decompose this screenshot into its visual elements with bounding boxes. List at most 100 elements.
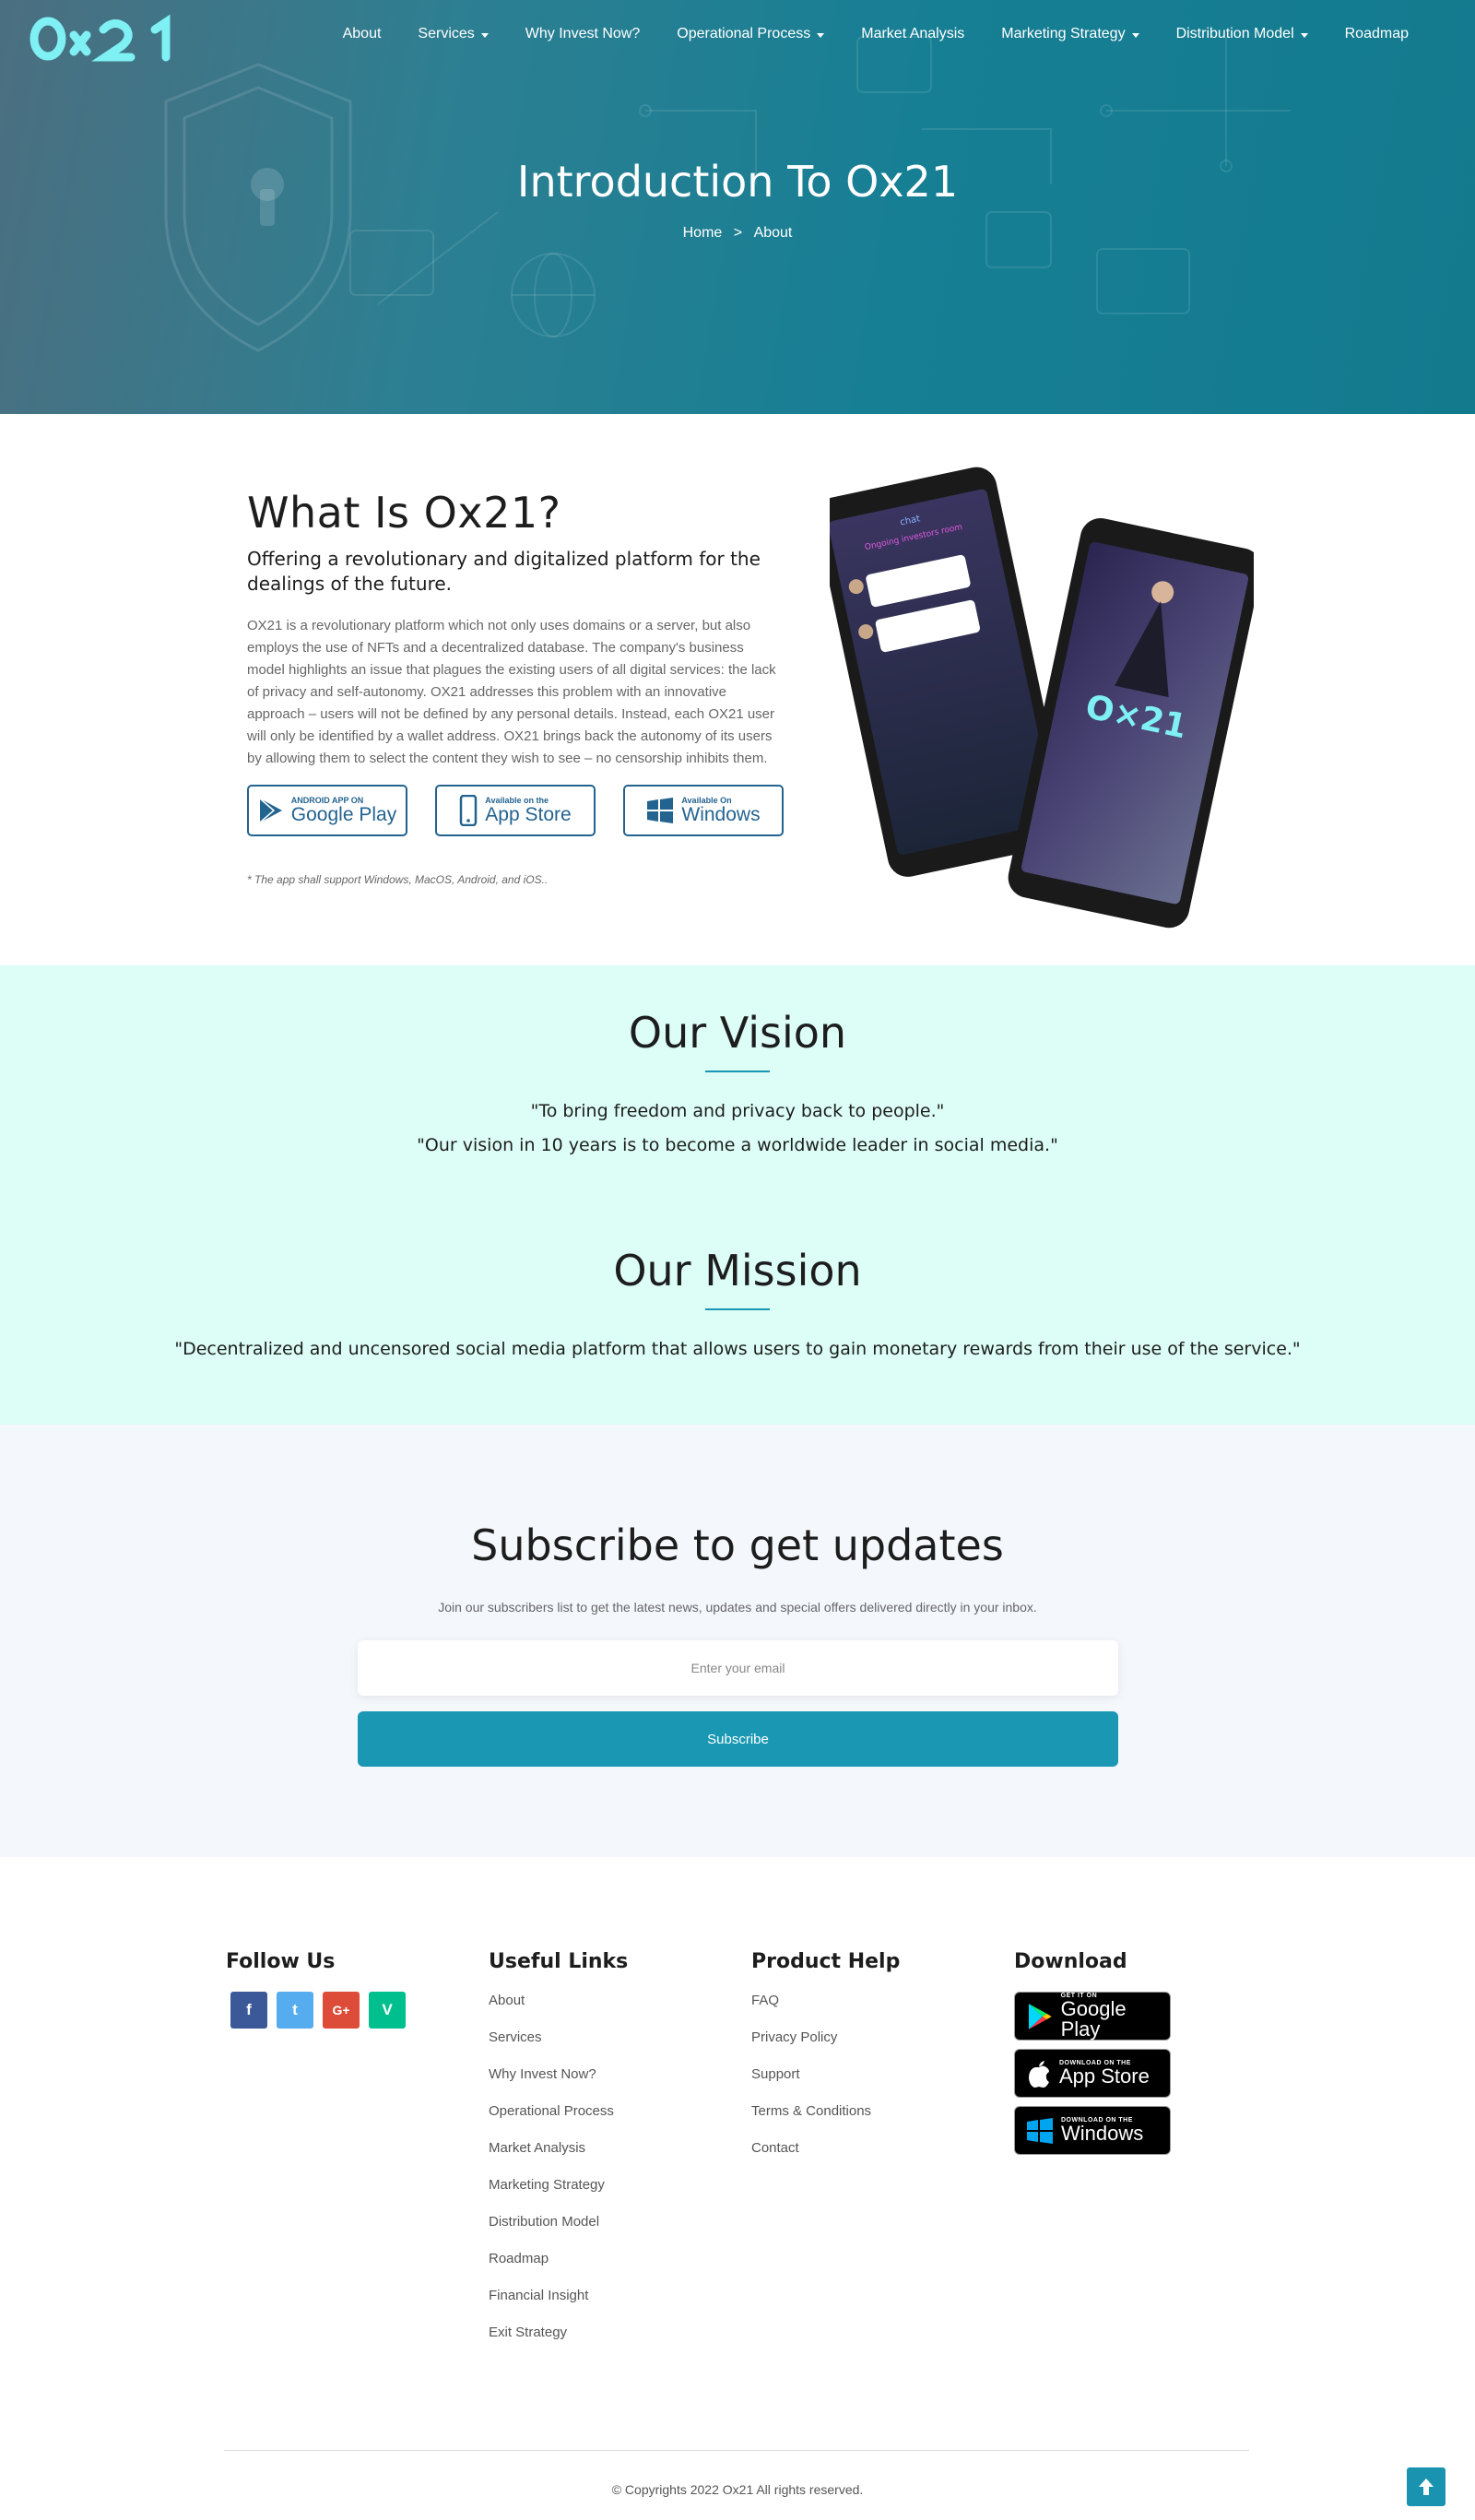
about-body: OX21 is a revolutionary platform which n… (247, 618, 776, 766)
vision-title: Our Vision (628, 1008, 847, 1058)
footer-google-play-button[interactable]: GET IT ON Google Play (1014, 1992, 1171, 2041)
footer-link-why-invest-now[interactable]: Why Invest Now? (489, 2065, 628, 2102)
footer-download-heading: Download (1014, 1950, 1127, 1973)
nav-about[interactable]: About (324, 26, 400, 42)
scroll-to-top-button[interactable] (1407, 2467, 1446, 2506)
subscribe-description: Join our subscribers list to get the lat… (438, 1600, 1037, 1615)
main-menu: About Services Why Invest Now? Operation… (324, 26, 1427, 42)
badge-big-text: App Store (485, 804, 572, 825)
footer-link-about[interactable]: About (489, 1992, 628, 2029)
nav-why-invest-now[interactable]: Why Invest Now? (507, 26, 658, 42)
product-help-list: FAQ Privacy Policy Support Terms & Condi… (751, 1992, 900, 2176)
footer-link-distribution-model[interactable]: Distribution Model (489, 2213, 628, 2250)
windows-icon (647, 798, 674, 823)
footer-help-heading: Product Help (751, 1950, 901, 1973)
mission-quote: "Decentralized and uncensored social med… (174, 1339, 1301, 1359)
about-subheading: Offering a revolutionary and digitalized… (247, 548, 761, 595)
google-play-badge[interactable]: ANDROID APP ON Google Play (247, 785, 407, 836)
nav-label: Marketing Strategy (1001, 26, 1126, 41)
footer-app-store-button[interactable]: DOWNLOAD ON THE App Store (1014, 2049, 1171, 2098)
footer-link-financial-insight[interactable]: Financial Insight (489, 2287, 628, 2324)
caret-down-icon (480, 32, 489, 38)
footer-follow-heading: Follow Us (226, 1950, 336, 1973)
page-title: Introduction To Ox21 (516, 157, 959, 207)
copyright-text: © Copyrights 2022 Ox21 All rights reserv… (611, 2482, 864, 2497)
breadcrumb-current: About (753, 225, 793, 241)
twitter-icon[interactable]: t (277, 1992, 313, 2029)
vision-quote-1: "To bring freedom and privacy back to pe… (530, 1101, 945, 1121)
footer-link-services[interactable]: Services (489, 2029, 628, 2065)
nav-label: About (342, 26, 382, 41)
footer-link-privacy-policy[interactable]: Privacy Policy (751, 2029, 900, 2065)
useful-links-list: About Services Why Invest Now? Operation… (489, 1992, 628, 2360)
caret-down-icon (1131, 32, 1139, 38)
phone-icon (460, 795, 478, 826)
vision-mission-section: Our Vision "To bring freedom and privacy… (0, 965, 1475, 1425)
footer-link-terms[interactable]: Terms & Conditions (751, 2102, 900, 2139)
subscribe-title: Subscribe to get updates (471, 1520, 1004, 1570)
nav-operational-process[interactable]: Operational Process (658, 26, 843, 42)
nav-roadmap[interactable]: Roadmap (1327, 26, 1427, 42)
about-section: What Is Ox21? Offering a revolutionary a… (0, 414, 1475, 965)
footer-link-market-analysis[interactable]: Market Analysis (489, 2139, 628, 2176)
badge-big-text: Google Play (290, 804, 397, 825)
footer-link-marketing-strategy[interactable]: Marketing Strategy (489, 2176, 628, 2213)
app-phones-illustration: chat Ongoing investors room O×21 (830, 467, 1254, 929)
phone-wallpaper: O×21 (1008, 518, 1254, 929)
nav-services[interactable]: Services (399, 26, 506, 42)
caret-down-icon (1300, 32, 1308, 38)
vine-icon[interactable]: V (369, 1992, 406, 2029)
footer-link-faq[interactable]: FAQ (751, 1992, 900, 2029)
nav-label: Operational Process (677, 26, 811, 41)
nav-label: Market Analysis (861, 26, 965, 41)
top-navigation: About Services Why Invest Now? Operation… (0, 0, 1475, 76)
footer-useful-heading: Useful Links (489, 1950, 629, 1973)
google-play-icon (1028, 2003, 1052, 2029)
windows-badge[interactable]: Available On Windows (623, 785, 784, 836)
subscribe-button[interactable]: Subscribe (358, 1711, 1118, 1767)
nav-label: Roadmap (1344, 26, 1409, 41)
google-play-icon (259, 798, 282, 823)
email-input[interactable] (358, 1640, 1118, 1696)
hero-banner: About Services Why Invest Now? Operation… (0, 0, 1475, 414)
footer-windows-button[interactable]: DOWNLOAD ON THE Windows (1014, 2106, 1171, 2155)
footer-product-help-column: Product Help FAQ Privacy Policy Support … (751, 1950, 900, 2176)
nav-market-analysis[interactable]: Market Analysis (843, 26, 983, 42)
nav-label: Distribution Model (1175, 26, 1294, 41)
vision-quote-2: "Our vision in 10 years is to become a w… (417, 1135, 1058, 1155)
app-store-badge[interactable]: Available on the App Store (435, 785, 596, 836)
breadcrumb-separator: > (733, 225, 743, 241)
footer-link-support[interactable]: Support (751, 2065, 900, 2102)
windows-icon (1027, 2117, 1053, 2144)
subscribe-section: Subscribe to get updates Join our subscr… (0, 1425, 1475, 1857)
footer-link-contact[interactable]: Contact (751, 2139, 900, 2176)
caret-down-icon (817, 32, 825, 38)
apple-icon (1029, 2060, 1049, 2088)
footer-link-roadmap[interactable]: Roadmap (489, 2250, 628, 2287)
footer-useful-links-column: Useful Links About Services Why Invest N… (489, 1950, 628, 2360)
about-heading: What Is Ox21? (247, 488, 561, 538)
nav-distribution-model[interactable]: Distribution Model (1158, 26, 1327, 42)
nav-label: Services (418, 26, 475, 41)
breadcrumb: Home > About (0, 225, 1475, 242)
ox21-logo[interactable] (26, 13, 195, 65)
breadcrumb-home-link[interactable]: Home (683, 225, 723, 241)
footer-download-column: Download GET IT ON Google Play DOWNLOAD O… (1014, 1950, 1171, 2163)
store-badges: ANDROID APP ON Google Play Available on t… (247, 785, 784, 836)
download-big-text: App Store (1059, 2065, 1150, 2088)
footer-divider (224, 2450, 1249, 2451)
about-text-block: What Is Ox21? Offering a revolutionary a… (247, 488, 784, 886)
arrow-up-icon (1419, 2479, 1434, 2495)
google-plus-icon[interactable]: G+ (323, 1992, 360, 2029)
footer-follow-column: Follow Us f t G+ V (226, 1950, 406, 2029)
footer-link-exit-strategy[interactable]: Exit Strategy (489, 2324, 628, 2360)
vision-underline (705, 1071, 770, 1072)
social-links: f t G+ V (230, 1992, 406, 2029)
download-big-text: Google Play (1060, 1997, 1127, 2041)
nav-marketing-strategy[interactable]: Marketing Strategy (983, 26, 1157, 42)
download-big-text: Windows (1061, 2122, 1144, 2145)
badge-big-text: Windows (681, 804, 761, 825)
facebook-icon[interactable]: f (230, 1992, 267, 2029)
mission-underline (705, 1308, 770, 1310)
footer-link-operational-process[interactable]: Operational Process (489, 2102, 628, 2139)
